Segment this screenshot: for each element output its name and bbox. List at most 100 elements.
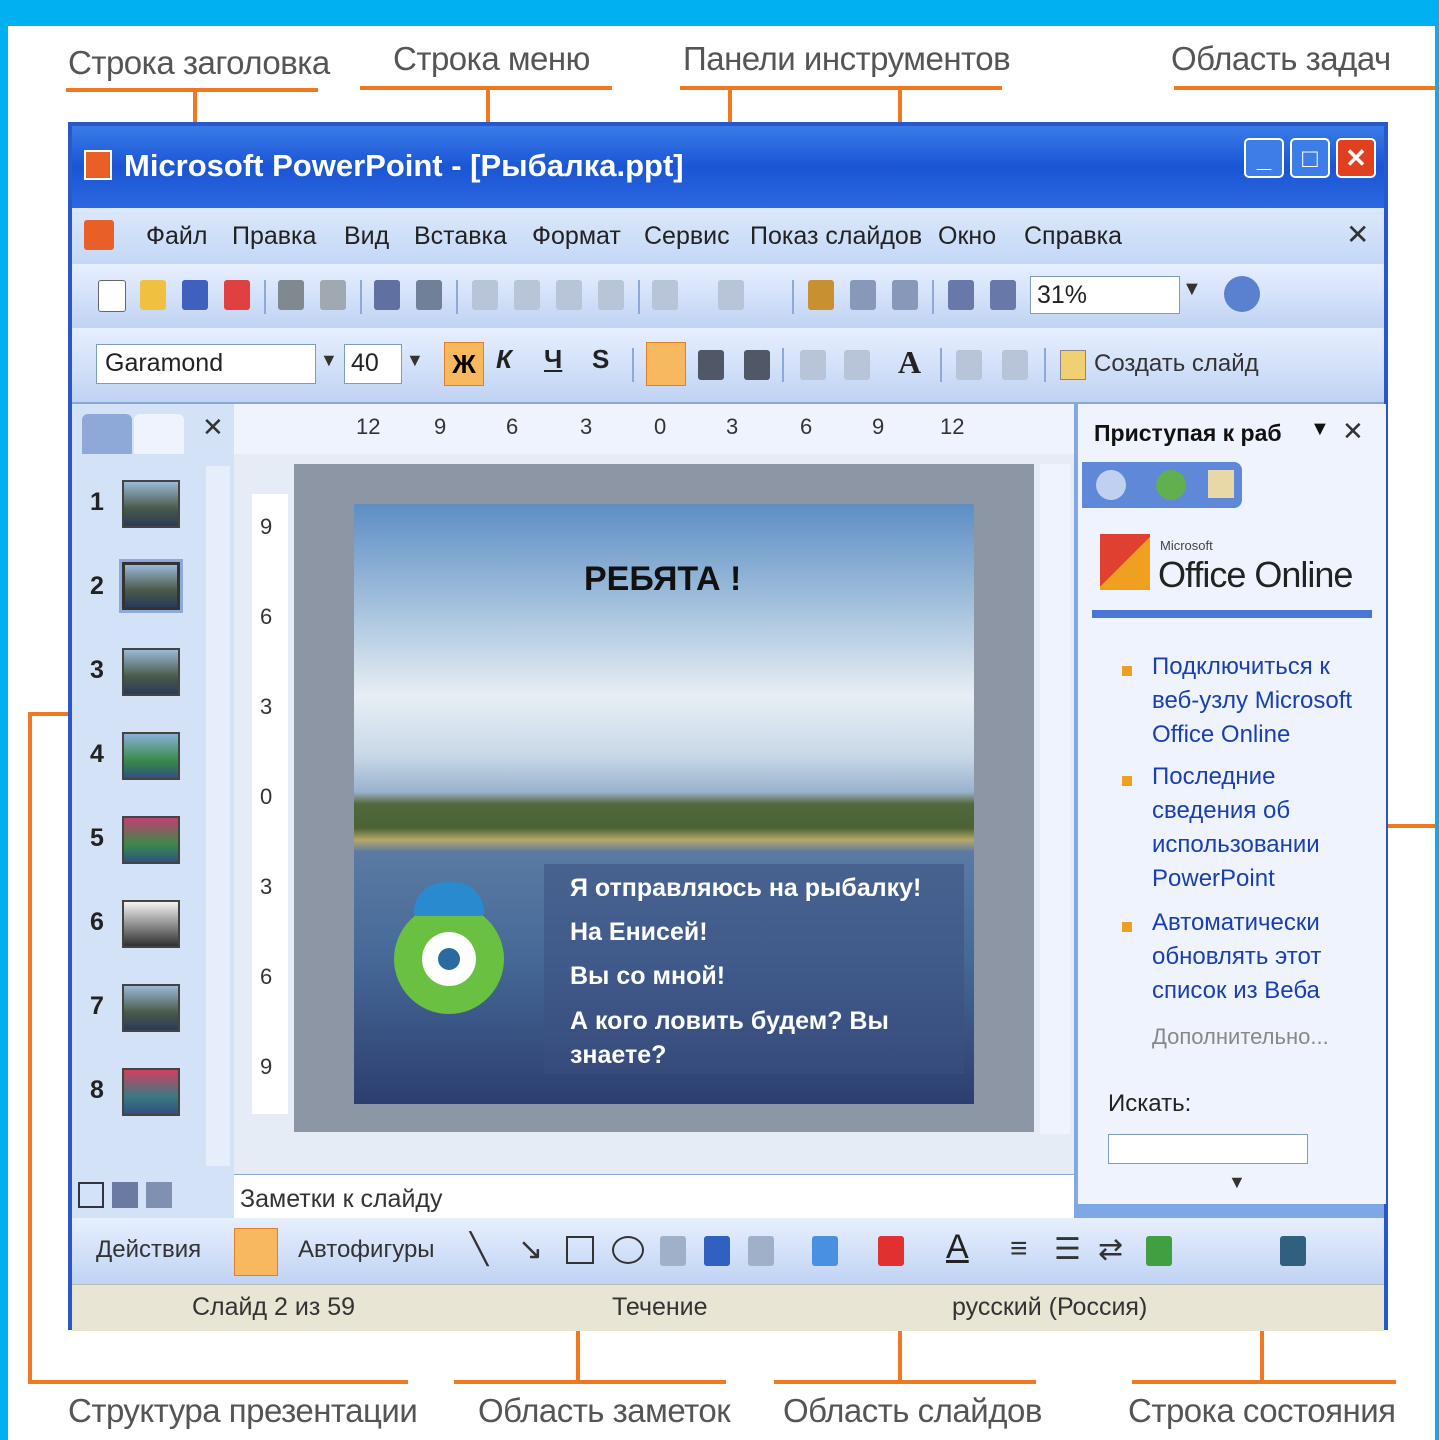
print-icon[interactable] bbox=[278, 280, 304, 310]
autoshapes-menu[interactable]: Автофигуры bbox=[298, 1236, 435, 1264]
outline-scrollbar[interactable] bbox=[206, 466, 230, 1166]
chevron-down-icon[interactable]: ▼ bbox=[1310, 418, 1330, 441]
redo-icon[interactable] bbox=[718, 280, 744, 310]
menu-tools[interactable]: Сервис bbox=[644, 222, 730, 251]
font-size-select[interactable]: 40 bbox=[344, 344, 402, 384]
menu-help[interactable]: Справка bbox=[1024, 222, 1122, 251]
menu-format[interactable]: Формат bbox=[532, 222, 621, 251]
task-pane-title[interactable]: Приступая к раб bbox=[1094, 420, 1282, 447]
normal-view-icon[interactable] bbox=[78, 1182, 104, 1208]
permission-icon[interactable] bbox=[224, 280, 250, 310]
close-document-icon[interactable]: ✕ bbox=[1346, 218, 1369, 251]
align-right-icon[interactable] bbox=[744, 350, 770, 380]
align-center-icon[interactable] bbox=[698, 350, 724, 380]
show-grid-icon[interactable] bbox=[990, 280, 1016, 310]
actions-menu[interactable]: Действия bbox=[96, 1236, 201, 1264]
slide-thumbnail[interactable] bbox=[122, 900, 180, 948]
home-icon[interactable] bbox=[1208, 470, 1234, 498]
tab-outline[interactable] bbox=[82, 414, 132, 454]
copy-icon[interactable] bbox=[514, 280, 540, 310]
chevron-down-icon[interactable]: ▼ bbox=[1182, 278, 1202, 301]
slide-text-box[interactable]: Я отправляюсь на рыбалку! На Енисей! Вы … bbox=[544, 864, 964, 1074]
slideshow-view-icon[interactable] bbox=[146, 1182, 172, 1208]
arrow-icon[interactable]: ↘ bbox=[518, 1232, 543, 1267]
slide-thumbnail[interactable] bbox=[122, 648, 180, 696]
vertical-scrollbar[interactable] bbox=[1040, 464, 1070, 1134]
decrease-indent-icon[interactable] bbox=[956, 350, 982, 380]
bold-button[interactable]: Ж bbox=[444, 342, 484, 386]
link-connect[interactable]: Подключиться к веб-узлу Microsoft Office… bbox=[1152, 650, 1362, 752]
spelling-icon[interactable] bbox=[374, 280, 400, 310]
open-icon[interactable] bbox=[140, 280, 166, 310]
link-latest-news[interactable]: Последние сведения об использовании Powe… bbox=[1152, 760, 1362, 896]
numbering-icon[interactable] bbox=[800, 350, 826, 380]
line-style-icon[interactable]: ≡ bbox=[1010, 1232, 1028, 1266]
chevron-down-icon[interactable]: ▼ bbox=[406, 350, 424, 371]
back-icon[interactable] bbox=[1096, 470, 1126, 500]
forward-icon[interactable] bbox=[1156, 470, 1186, 500]
italic-button[interactable]: К bbox=[496, 344, 512, 375]
expand-all-icon[interactable] bbox=[948, 280, 974, 310]
chevron-down-icon[interactable]: ▼ bbox=[320, 350, 338, 371]
shadow-button[interactable]: S bbox=[592, 344, 609, 375]
document-icon[interactable] bbox=[84, 220, 114, 250]
new-icon[interactable] bbox=[98, 280, 126, 312]
font-color-icon[interactable]: A bbox=[946, 1228, 969, 1267]
slide-thumbnail[interactable] bbox=[122, 480, 180, 528]
help-icon[interactable] bbox=[1224, 276, 1260, 312]
fill-color-icon[interactable] bbox=[812, 1236, 838, 1266]
slide-thumbnail-selected[interactable] bbox=[119, 559, 183, 613]
zoom-select[interactable]: 31% bbox=[1030, 276, 1180, 314]
menu-window[interactable]: Окно bbox=[938, 222, 996, 251]
sorter-view-icon[interactable] bbox=[112, 1182, 138, 1208]
more-link[interactable]: Дополнительно... bbox=[1152, 1024, 1329, 1050]
tables-borders-icon[interactable] bbox=[892, 280, 918, 310]
scroll-down-icon[interactable]: ▼ bbox=[1228, 1172, 1246, 1193]
close-button[interactable]: ✕ bbox=[1336, 138, 1376, 178]
tab-slides[interactable] bbox=[134, 414, 184, 454]
print-preview-icon[interactable] bbox=[320, 280, 346, 310]
menu-insert[interactable]: Вставка bbox=[414, 222, 507, 251]
shadow-style-icon[interactable] bbox=[1146, 1236, 1172, 1266]
menu-file[interactable]: Файл bbox=[146, 222, 207, 251]
slide-title[interactable]: РЕБЯТА ! bbox=[584, 560, 741, 599]
diagram-icon[interactable] bbox=[748, 1236, 774, 1266]
insert-chart-icon[interactable] bbox=[808, 280, 834, 310]
paste-icon[interactable] bbox=[556, 280, 582, 310]
notes-pane[interactable]: Заметки к слайду bbox=[234, 1174, 1074, 1219]
monitor-icon[interactable] bbox=[1280, 1236, 1306, 1266]
powerpoint-app-icon[interactable] bbox=[84, 150, 112, 180]
close-pane-icon[interactable]: ✕ bbox=[202, 412, 224, 443]
wordart-icon[interactable] bbox=[704, 1236, 730, 1266]
new-slide-icon[interactable] bbox=[1060, 350, 1086, 380]
bullets-icon[interactable] bbox=[844, 350, 870, 380]
font-select[interactable]: Garamond bbox=[96, 344, 316, 384]
minimize-button[interactable]: _ bbox=[1244, 138, 1284, 178]
save-icon[interactable] bbox=[182, 280, 208, 310]
slide-thumbnail[interactable] bbox=[122, 1068, 180, 1116]
cut-icon[interactable] bbox=[472, 280, 498, 310]
line-color-icon[interactable] bbox=[878, 1236, 904, 1266]
dash-style-icon[interactable]: ☰ bbox=[1054, 1232, 1081, 1267]
search-input[interactable] bbox=[1108, 1134, 1308, 1164]
research-icon[interactable] bbox=[416, 280, 442, 310]
insert-table-icon[interactable] bbox=[850, 280, 876, 310]
align-left-icon[interactable] bbox=[646, 342, 686, 386]
undo-icon[interactable] bbox=[652, 280, 678, 310]
underline-button[interactable]: Ч bbox=[544, 344, 562, 375]
select-pointer-icon[interactable] bbox=[234, 1228, 278, 1276]
menu-view[interactable]: Вид bbox=[344, 222, 389, 251]
slide-thumbnail[interactable] bbox=[122, 984, 180, 1032]
slide-thumbnail[interactable] bbox=[122, 816, 180, 864]
current-slide[interactable]: РЕБЯТА ! Я отправляюсь на рыбалку! На Ен… bbox=[354, 504, 974, 1104]
link-auto-update[interactable]: Автоматически обновлять этот список из В… bbox=[1152, 906, 1362, 1008]
line-icon[interactable]: ╲ bbox=[470, 1232, 488, 1267]
monster-clipart[interactable] bbox=[394, 882, 504, 1014]
increase-font-icon[interactable]: A bbox=[898, 344, 921, 381]
close-icon[interactable]: ✕ bbox=[1342, 416, 1364, 447]
format-painter-icon[interactable] bbox=[598, 280, 624, 310]
new-slide-button[interactable]: Создать слайд bbox=[1094, 350, 1259, 378]
maximize-button[interactable]: □ bbox=[1290, 138, 1330, 178]
menu-edit[interactable]: Правка bbox=[232, 222, 316, 251]
increase-indent-icon[interactable] bbox=[1002, 350, 1028, 380]
